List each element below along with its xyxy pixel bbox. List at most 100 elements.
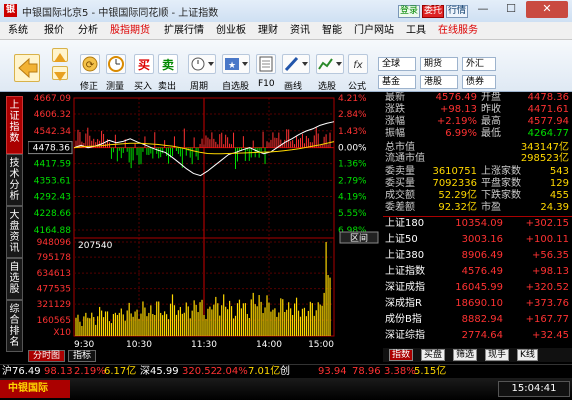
menu-item-analysis[interactable]: 分析 [78, 24, 98, 38]
toolbar-label-f10: F10 [258, 79, 275, 89]
quote-tab[interactable]: 买盘 [421, 349, 446, 361]
side-tab-news[interactable]: 大盘资讯 [6, 206, 23, 258]
quote-value2: 4471.61 [527, 104, 569, 115]
menu-item-tools[interactable]: 工具 [406, 24, 426, 38]
toolbar-label-formula: 公式 [348, 82, 367, 92]
buy-icon: 买 [138, 58, 150, 72]
dropdown-hk-stocks[interactable]: 港股 [420, 75, 458, 89]
page-down-button[interactable] [52, 66, 68, 81]
close-button[interactable]: ✕ [526, 1, 568, 18]
menu-item-extended[interactable]: 扩展行情 [164, 24, 204, 38]
menu-item-finance[interactable]: 理财 [258, 24, 278, 38]
svg-text:区间: 区间 [350, 232, 368, 244]
status-sz-pct: 2.04% [216, 366, 248, 377]
app-logo-icon: 银 [4, 4, 17, 17]
index-name[interactable]: 上证180 [385, 218, 424, 230]
stat-value: 3610751 [432, 166, 477, 177]
toolbar-button-screener[interactable] [316, 54, 344, 74]
toolbar-button-formula[interactable]: fx [348, 54, 368, 74]
toolbar-button-buy[interactable]: 买 [134, 54, 154, 74]
clock-icon [108, 56, 124, 72]
index-name[interactable]: 上证380 [385, 250, 424, 262]
menu-item-online-service[interactable]: 在线服务 [438, 24, 478, 38]
back-button[interactable] [14, 54, 40, 82]
quote-value2: 4264.77 [527, 128, 569, 139]
time-tick-label: 11:30 [191, 340, 217, 350]
quote-tab[interactable]: K线 [517, 349, 538, 361]
quote-value2: 4478.36 [527, 92, 569, 103]
index-value: 18690.10 [455, 298, 503, 309]
quote-panel: 最新 4576.49 开盘 4478.36 涨跌 +98.13 昨收 4471.61 涨幅 +2.… [383, 92, 572, 362]
menu-item-portal[interactable]: 门户网站 [354, 24, 394, 38]
volume-tick-label: 160565 [37, 316, 71, 326]
side-tab-ranking[interactable]: 综合排名 [6, 300, 23, 352]
quote-label2: 最高 [481, 116, 501, 127]
index-name[interactable]: 深证综指 [385, 330, 425, 342]
brand-logo[interactable]: 中银国际 [0, 380, 70, 398]
index-change: +320.52 [525, 282, 569, 293]
side-tab-index[interactable]: 上证指数 [6, 96, 23, 154]
quote-value: +98.13 [439, 104, 477, 115]
menu-item-system[interactable]: 系统 [8, 24, 28, 38]
volume-toggle-button[interactable]: 区间 [339, 231, 379, 244]
quote-tab[interactable]: 指数 [389, 349, 414, 361]
maximize-button[interactable]: ☐ [498, 1, 524, 18]
minimize-button[interactable]: — [470, 1, 496, 18]
quote-button[interactable]: 行情 [446, 5, 469, 18]
toolbar-button-watchlist[interactable]: ★ [222, 54, 250, 74]
menu-item-smart[interactable]: 智能 [322, 24, 342, 38]
quote-panel-tabs: 指数 买盘 筛选 现手 K线 [383, 348, 572, 362]
index-name[interactable]: 上证50 [385, 234, 418, 246]
index-name[interactable]: 成份B指 [385, 314, 422, 326]
menu-item-index-futures[interactable]: 股指期货 [110, 24, 150, 38]
dropdown-futures[interactable]: 期货 [420, 57, 458, 71]
status-cy-label: 创 [280, 366, 290, 377]
page-up-button[interactable] [52, 48, 68, 62]
quote-tab[interactable]: 现手 [485, 349, 510, 361]
dropdown-bonds[interactable]: 债券 [462, 75, 496, 89]
status-sz-change: 320.52 [182, 366, 217, 377]
menu-item-news[interactable]: 资讯 [290, 24, 310, 38]
side-tab-technical[interactable]: 技术分析 [6, 154, 23, 206]
entrust-button[interactable]: 委托 [422, 5, 445, 18]
svg-text:fx: fx [353, 60, 363, 71]
window-title: 中银国际北京5 - 中银国际同花顺 - 上证指数 [22, 8, 219, 19]
stat-label2: 平盘家数 [481, 178, 521, 189]
index-change: +167.77 [525, 314, 569, 325]
tab-indicator[interactable]: 指标 [68, 350, 97, 362]
stat-value: 7092336 [432, 178, 477, 189]
price-tick-label: 4353.61 [34, 176, 71, 186]
formula-icon: fx [353, 60, 363, 71]
dropdown-global[interactable]: 全球 [378, 57, 416, 71]
status-sz-amount: 7.01亿 [248, 366, 281, 377]
menu-item-gem[interactable]: 创业板 [216, 24, 246, 38]
login-button[interactable]: 登录 [398, 5, 421, 18]
toolbar-label-draw: 画线 [284, 82, 303, 92]
menu-item-quotes[interactable]: 报价 [44, 24, 64, 38]
side-tab-watchlist[interactable]: 自选股 [6, 258, 23, 300]
toolbar-button-cycle[interactable] [188, 54, 216, 74]
toolbar-label-watchlist: 自选股 [222, 82, 250, 92]
toolbar-button-refresh[interactable]: ⟳ [80, 54, 100, 74]
menu-bar: 系统 报价 分析 股指期货 扩展行情 创业板 理财 资讯 智能 门户网站 工具 … [0, 22, 572, 40]
status-sh-amount: 6.17亿 [104, 366, 137, 377]
pct-tick-label: 1.43% [338, 127, 367, 137]
star-icon: ★ [225, 58, 248, 71]
quote-tab[interactable]: 筛选 [453, 349, 478, 361]
pct-tick-label: 1.36% [338, 160, 367, 170]
index-change: +302.15 [525, 218, 569, 229]
dropdown-funds[interactable]: 基金 [378, 75, 416, 89]
quote-label2: 开盘 [481, 92, 501, 103]
dropdown-forex[interactable]: 外汇 [462, 57, 496, 71]
intraday-chart[interactable]: 4667.09 4.21% 4606.32 2.84% 4542.34 1.43% 4478… [28, 92, 382, 350]
flow-market-value-label: 流通市值 [385, 153, 425, 164]
side-tabs: 上证指数 技术分析 大盘资讯 自选股 综合排名 [0, 92, 28, 354]
toolbar-button-measure[interactable] [106, 54, 126, 74]
index-name[interactable]: 深证成指 [385, 282, 425, 294]
toolbar-button-f10[interactable] [256, 54, 276, 74]
index-name[interactable]: 上证指数 [385, 266, 425, 278]
tab-intraday[interactable]: 分时图 [28, 350, 66, 362]
toolbar-button-sell[interactable]: 卖 [158, 54, 178, 74]
index-name[interactable]: 深成指R [385, 298, 422, 310]
toolbar-button-draw[interactable] [282, 54, 310, 74]
